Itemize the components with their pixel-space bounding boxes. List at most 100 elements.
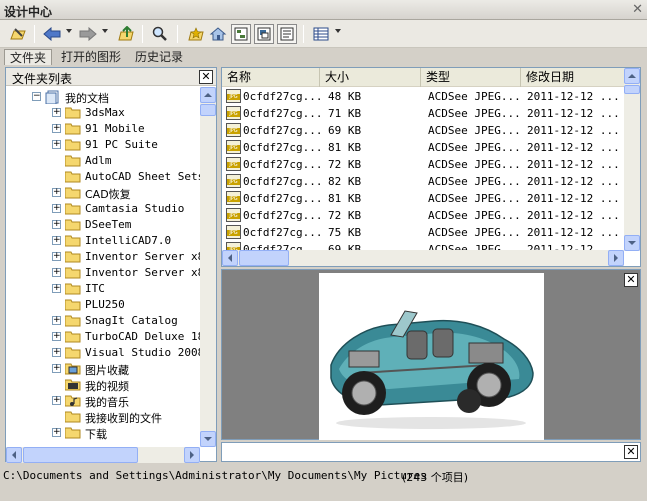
tree-item[interactable]: + IntelliCAD7.0	[6, 233, 200, 249]
tree-item[interactable]: 我的视频	[6, 377, 200, 393]
close-preview-panel-icon[interactable]: ✕	[624, 273, 638, 287]
folder-tree-hscroll[interactable]	[6, 447, 200, 463]
tree-item[interactable]: AutoCAD Sheet Sets	[6, 169, 200, 185]
tree-item[interactable]: 我接收到的文件	[6, 409, 200, 425]
tree-item[interactable]: + SnagIt Catalog	[6, 313, 200, 329]
tree-item[interactable]: PLU250	[6, 297, 200, 313]
scroll-right-button[interactable]	[184, 447, 200, 463]
expand-icon[interactable]: +	[52, 204, 61, 213]
expand-icon[interactable]: +	[52, 348, 61, 357]
tree-item-label: 3dsMax	[85, 106, 125, 119]
tree-item[interactable]: + CAD恢复	[6, 185, 200, 201]
expand-icon[interactable]: +	[52, 236, 61, 245]
favorites-icon[interactable]	[186, 24, 206, 44]
file-row[interactable]: JPG 0cfdf27cg... 69 KB ACDSee JPEG... 2011-1…	[222, 122, 624, 139]
scroll-left-button[interactable]	[6, 447, 22, 463]
tree-item[interactable]: + Visual Studio 2008	[6, 345, 200, 361]
expand-icon[interactable]: +	[52, 188, 61, 197]
expand-icon[interactable]: +	[52, 124, 61, 133]
home-icon[interactable]	[208, 24, 228, 44]
file-name: 0cfdf27cg...	[243, 107, 323, 120]
tree-item[interactable]: + Inventor Server x86	[6, 249, 200, 265]
tree-toggle-icon[interactable]	[231, 24, 251, 44]
expand-icon[interactable]: +	[52, 364, 61, 373]
expand-icon[interactable]: +	[52, 108, 61, 117]
folder-icon	[65, 346, 81, 359]
expand-icon[interactable]: +	[52, 428, 61, 437]
scroll-thumb[interactable]	[624, 85, 640, 94]
hscroll-thumb[interactable]	[239, 250, 289, 266]
close-icon[interactable]: ✕	[632, 2, 643, 17]
jpeg-file-icon: JPG	[226, 89, 241, 103]
tree-item-label: Inventor Server x86	[85, 266, 200, 279]
expand-icon[interactable]: +	[52, 396, 61, 405]
tree-item[interactable]: + Inventor Server x86	[6, 265, 200, 281]
file-row[interactable]: JPG 0cfdf27cg... 72 KB ACDSee JPEG... 2011-1…	[222, 156, 624, 173]
scroll-down-button[interactable]	[624, 235, 640, 251]
views-dropdown-icon[interactable]	[335, 29, 341, 33]
scroll-up-button[interactable]	[624, 68, 640, 84]
up-icon[interactable]	[116, 24, 136, 44]
search-icon[interactable]	[150, 24, 170, 44]
column-date[interactable]: 修改日期	[521, 68, 624, 87]
scroll-thumb[interactable]	[200, 104, 216, 116]
column-size[interactable]: 大小	[320, 68, 421, 87]
expand-icon[interactable]: +	[52, 332, 61, 341]
preview-icon[interactable]	[254, 24, 274, 44]
folder-icon	[65, 138, 81, 151]
forward-dropdown-icon[interactable]	[102, 29, 108, 33]
tree-item[interactable]: +91 Mobile	[6, 121, 200, 137]
tree-item[interactable]: Adlm	[6, 153, 200, 169]
back-dropdown-icon[interactable]	[66, 29, 72, 33]
tab-folders[interactable]: 文件夹	[4, 49, 53, 65]
scroll-up-button[interactable]	[200, 87, 216, 103]
scroll-left-button[interactable]	[222, 250, 238, 266]
tree-item[interactable]: +91 PC Suite	[6, 137, 200, 153]
close-description-panel-icon[interactable]: ✕	[624, 445, 638, 459]
folder-tree-vscroll[interactable]	[200, 87, 216, 447]
views-icon[interactable]	[311, 24, 331, 44]
back-icon[interactable]	[42, 24, 62, 44]
tree-item[interactable]: + 我的音乐	[6, 393, 200, 409]
expand-icon[interactable]: +	[52, 316, 61, 325]
tree-item[interactable]: + ITC	[6, 281, 200, 297]
file-type: ACDSee JPEG...	[428, 175, 521, 188]
tab-history[interactable]: 历史记录	[130, 49, 188, 65]
file-row[interactable]: JPG 0cfdf27cg... 72 KB ACDSee JPEG... 2011-1…	[222, 207, 624, 224]
forward-icon[interactable]	[78, 24, 98, 44]
expand-icon[interactable]: +	[52, 252, 61, 261]
file-list-hscroll[interactable]	[222, 250, 624, 266]
scroll-down-button[interactable]	[200, 431, 216, 447]
file-row[interactable]: JPG 0cfdf27cg... 82 KB ACDSee JPEG... 2011-1…	[222, 173, 624, 190]
description-icon[interactable]	[277, 24, 297, 44]
column-type[interactable]: 类型	[421, 68, 521, 87]
load-folder-icon[interactable]	[8, 24, 28, 44]
file-row[interactable]: JPG 0cfdf27cg... 71 KB ACDSee JPEG... 2011-1…	[222, 105, 624, 122]
folder-icon	[65, 330, 81, 343]
tree-item[interactable]: + 图片收藏	[6, 361, 200, 377]
tab-open-drawings[interactable]: 打开的图形	[56, 49, 126, 65]
tree-item[interactable]: + 下载	[6, 425, 200, 441]
file-list-vscroll[interactable]	[624, 68, 640, 251]
file-row[interactable]: JPG 0cfdf27cg... 81 KB ACDSee JPEG... 2011-1…	[222, 139, 624, 156]
tree-item-label: PLU250	[85, 298, 125, 311]
file-row[interactable]: JPG 0cfdf27cg... 81 KB ACDSee JPEG... 2011-1…	[222, 190, 624, 207]
tree-item[interactable]: + TurboCAD Deluxe 18	[6, 329, 200, 345]
file-row[interactable]: JPG 0cfdf27cg... 75 KB ACDSee JPEG... 2011-1…	[222, 224, 624, 241]
expand-icon[interactable]: +	[52, 220, 61, 229]
tree-item[interactable]: +3dsMax	[6, 105, 200, 121]
column-name[interactable]: 名称	[222, 68, 320, 87]
expand-icon[interactable]: +	[52, 284, 61, 293]
file-row[interactable]: JPG 0cfdf27cg... 48 KB ACDSee JPEG... 2011-1…	[222, 88, 624, 105]
expand-icon[interactable]: +	[52, 140, 61, 149]
tree-item[interactable]: − 我的文档	[6, 89, 200, 105]
scroll-right-button[interactable]	[608, 250, 624, 266]
tree-item[interactable]: + Camtasia Studio	[6, 201, 200, 217]
collapse-icon[interactable]: −	[32, 92, 41, 101]
expand-icon[interactable]: +	[52, 268, 61, 277]
description-panel: ✕	[221, 442, 641, 462]
file-name: 0cfdf27cg...	[243, 192, 323, 205]
tree-item[interactable]: + DSeeTem	[6, 217, 200, 233]
close-folder-panel-icon[interactable]: ✕	[199, 70, 213, 84]
hscroll-thumb[interactable]	[23, 447, 138, 463]
